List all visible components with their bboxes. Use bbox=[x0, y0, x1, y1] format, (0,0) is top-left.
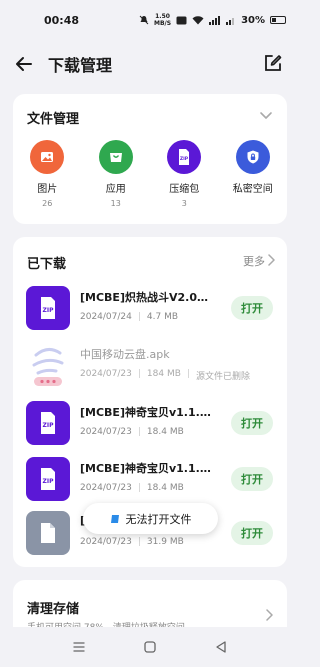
chevron-down-icon[interactable] bbox=[259, 110, 273, 120]
menu-icon[interactable] bbox=[72, 640, 86, 654]
file-meta: 2024/07/24 | 4.7 MB bbox=[80, 312, 178, 322]
download-item[interactable]: ZIP [MCBE]神奇宝贝v1.1.11... 2024/07/23 | 18… bbox=[13, 453, 287, 509]
network-speed: 1.50 MB/S bbox=[154, 13, 171, 27]
category-count: 3 bbox=[181, 199, 187, 208]
edit-icon[interactable] bbox=[264, 54, 282, 72]
meta-divider: | bbox=[137, 483, 141, 493]
file-date: 2024/07/23 bbox=[80, 369, 132, 379]
lock-icon bbox=[235, 140, 270, 174]
battery-icon bbox=[270, 16, 286, 24]
file-date: 2024/07/24 bbox=[80, 312, 132, 322]
network-speed-unit: MB/S bbox=[154, 20, 172, 27]
document-icon bbox=[26, 511, 70, 555]
file-deleted-note: 源文件已删除 bbox=[195, 372, 250, 382]
open-button[interactable]: 打开 bbox=[231, 296, 273, 320]
image-icon bbox=[30, 140, 65, 174]
file-meta: 2024/07/23 | 18.4 MB bbox=[80, 427, 184, 437]
svg-text:ZIP: ZIP bbox=[43, 478, 55, 485]
chevron-right-icon[interactable] bbox=[265, 609, 273, 621]
category-images[interactable]: 图片 26 bbox=[13, 140, 82, 208]
category-label: 图片 bbox=[37, 184, 58, 195]
category-archives[interactable]: ZIP 压缩包 3 bbox=[150, 140, 219, 208]
meta-divider: | bbox=[186, 369, 190, 379]
file-name: [MCBE]神奇宝贝v1.1.11... bbox=[80, 462, 217, 475]
meta-divider: | bbox=[137, 537, 141, 547]
wifi-icon bbox=[192, 15, 204, 24]
status-time: 00:48 bbox=[44, 13, 80, 27]
meta-divider: | bbox=[137, 427, 141, 437]
back-icon[interactable] bbox=[214, 640, 228, 654]
status-bar: 00:48 1.50 MB/S 30% bbox=[0, 0, 300, 40]
download-item[interactable]: 中国移动云盘.apk 2024/07/23 | 184 MB | 源文件已删除 bbox=[13, 339, 287, 395]
file-size: 31.9 MB bbox=[146, 537, 184, 547]
clean-storage-title: 清理存储 bbox=[27, 602, 80, 617]
zip-file-icon: ZIP bbox=[26, 286, 70, 330]
chevron-right-icon[interactable] bbox=[267, 254, 275, 266]
open-button[interactable]: 打开 bbox=[231, 521, 273, 545]
app-icon bbox=[98, 140, 133, 174]
mute-bell-icon bbox=[139, 15, 149, 25]
category-row: 图片 26 应用 13 ZIP 压缩包 3 私密空间 bbox=[13, 140, 287, 208]
file-management-card: 文件管理 图片 26 应用 13 ZIP 压缩包 3 私密空间 bbox=[13, 94, 287, 224]
category-label: 私密空间 bbox=[232, 184, 273, 195]
file-date: 2024/07/23 bbox=[80, 483, 132, 493]
meta-divider: | bbox=[137, 312, 141, 322]
hd-icon bbox=[176, 16, 187, 24]
file-meta: 2024/07/23 | 184 MB | 源文件已删除 bbox=[80, 369, 250, 382]
file-name: [MCBE]炽热战斗V2.0汉... bbox=[80, 291, 217, 304]
open-button[interactable]: 打开 bbox=[231, 467, 273, 491]
cloud-app-icon bbox=[32, 348, 64, 386]
svg-text:ZIP: ZIP bbox=[43, 307, 55, 314]
header: 下载管理 bbox=[0, 44, 300, 84]
file-name: [MCBE]神奇宝贝v1.1.11... bbox=[80, 406, 217, 419]
open-button[interactable]: 打开 bbox=[231, 411, 273, 435]
file-meta: 2024/07/23 | 31.9 MB bbox=[80, 537, 184, 547]
status-icons: 1.50 MB/S 30% bbox=[139, 13, 286, 27]
category-private-space[interactable]: 私密空间 bbox=[219, 140, 288, 208]
category-label: 压缩包 bbox=[169, 184, 200, 195]
file-size: 4.7 MB bbox=[146, 312, 179, 322]
category-count: 26 bbox=[42, 199, 53, 208]
back-arrow-icon[interactable] bbox=[14, 54, 34, 74]
category-label: 应用 bbox=[105, 184, 126, 195]
download-item[interactable]: ZIP [MCBE]炽热战斗V2.0汉... 2024/07/24 | 4.7 … bbox=[13, 282, 287, 338]
home-icon[interactable] bbox=[143, 640, 157, 654]
zip-file-icon: ZIP bbox=[26, 457, 70, 501]
file-management-title: 文件管理 bbox=[27, 112, 80, 127]
app-badge-icon bbox=[110, 514, 119, 523]
file-meta: 2024/07/23 | 18.4 MB bbox=[80, 483, 184, 493]
download-item[interactable]: ZIP [MCBE]神奇宝贝v1.1.11... 2024/07/23 | 18… bbox=[13, 397, 287, 453]
file-date: 2024/07/23 bbox=[80, 427, 132, 437]
zip-file-icon: ZIP bbox=[26, 401, 70, 445]
meta-divider: | bbox=[137, 369, 141, 379]
file-size: 184 MB bbox=[146, 369, 181, 379]
category-count: 13 bbox=[110, 199, 121, 208]
battery-percent: 30% bbox=[241, 14, 265, 26]
zip-icon: ZIP bbox=[167, 140, 202, 174]
toast: 无法打开文件 bbox=[83, 503, 218, 534]
toast-text: 无法打开文件 bbox=[125, 512, 192, 526]
signal-icon-2 bbox=[226, 17, 235, 25]
file-name: 中国移动云盘.apk bbox=[80, 348, 170, 361]
signal-icon bbox=[209, 15, 221, 25]
file-size: 18.4 MB bbox=[146, 483, 184, 493]
system-nav-bar bbox=[0, 627, 300, 667]
file-size: 18.4 MB bbox=[146, 427, 184, 437]
more-link[interactable]: 更多 bbox=[243, 253, 265, 269]
svg-text:ZIP: ZIP bbox=[180, 156, 189, 162]
network-speed-value: 1.50 bbox=[155, 13, 170, 20]
downloads-title: 已下载 bbox=[27, 257, 67, 272]
svg-text:ZIP: ZIP bbox=[43, 422, 55, 429]
category-apps[interactable]: 应用 13 bbox=[82, 140, 151, 208]
file-date: 2024/07/23 bbox=[80, 537, 132, 547]
page-title: 下载管理 bbox=[48, 56, 113, 75]
